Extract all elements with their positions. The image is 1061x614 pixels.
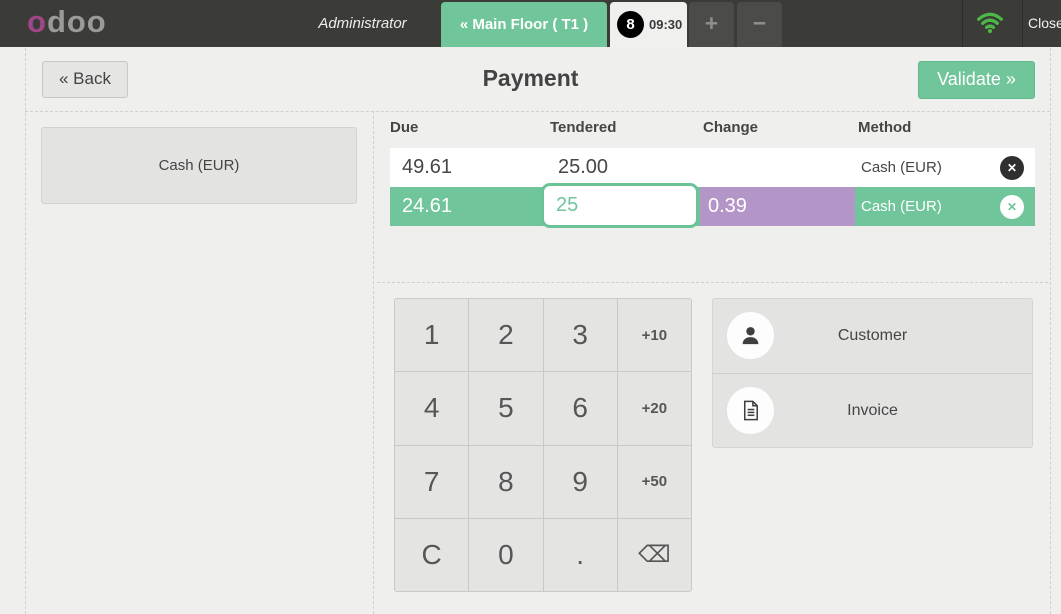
numpad-key-3[interactable]: 3 (544, 299, 617, 371)
frame-border-top (25, 111, 1050, 112)
paymentline-row-selected[interactable]: 24.61 0.39 Cash (EUR) ✕ (390, 187, 1035, 226)
order-time: 09:30 (649, 2, 682, 47)
payment-numpad: 1 2 3 +10 4 5 6 +20 7 8 9 +50 C 0 . ⌫ (394, 298, 692, 592)
new-order-button[interactable]: + (689, 2, 734, 47)
backspace-icon[interactable]: ⌫ (618, 519, 691, 591)
numpad-key-9[interactable]: 9 (544, 446, 617, 518)
validate-button[interactable]: Validate » (918, 61, 1035, 99)
paymentline-due: 24.61 (390, 195, 550, 218)
numpad-key-0[interactable]: 0 (469, 519, 542, 591)
paymentline-change (700, 148, 855, 187)
numpad-key-7[interactable]: 7 (395, 446, 468, 518)
wifi-icon (977, 12, 1003, 34)
paymentline-method: Cash (EUR) ✕ (855, 195, 1035, 219)
paymentlines-header-row: Due Tendered Change Method (390, 119, 1035, 136)
frame-border-left (25, 48, 26, 614)
paymentline-method-label: Cash (EUR) (861, 159, 942, 176)
paymentline-due: 49.61 (390, 156, 550, 179)
invoice-button-label: Invoice (713, 374, 1032, 448)
numpad-key-1[interactable]: 1 (395, 299, 468, 371)
plus-icon: + (705, 10, 718, 36)
paymentline-tendered: 25.00 (550, 156, 700, 179)
pos-payment-screen: odoo Administrator « Main Floor ( T1 ) 8… (0, 0, 1061, 614)
column-header-tendered: Tendered (550, 119, 700, 136)
paymentline-method: Cash (EUR) ✕ (855, 156, 1035, 180)
numpad-key-4[interactable]: 4 (395, 372, 468, 444)
logo-letter: o (27, 4, 47, 39)
numpad-key-2[interactable]: 2 (469, 299, 542, 371)
topbar: odoo Administrator « Main Floor ( T1 ) 8… (0, 0, 1061, 47)
floor-tab-main-floor[interactable]: « Main Floor ( T1 ) (441, 2, 607, 47)
column-header-change: Change (700, 119, 855, 136)
paymentline-row[interactable]: 49.61 25.00 Cash (EUR) ✕ (390, 148, 1035, 187)
tendered-amount-input[interactable] (541, 183, 699, 228)
numpad-key-clear[interactable]: C (395, 519, 468, 591)
payment-method-label: Cash (EUR) (159, 157, 240, 174)
customer-button[interactable]: Customer (713, 299, 1032, 373)
numpad-key-decimal[interactable]: . (544, 519, 617, 591)
page-title: Payment (0, 65, 1061, 92)
delete-paymentline-icon[interactable]: ✕ (1000, 195, 1024, 219)
username-label: Administrator (285, 0, 440, 47)
order-tab[interactable]: 8 09:30 (610, 2, 687, 47)
column-header-due: Due (390, 119, 550, 136)
numpad-key-plus20[interactable]: +20 (618, 372, 691, 444)
numpad-key-8[interactable]: 8 (469, 446, 542, 518)
minus-icon: − (753, 10, 766, 36)
odoo-logo: odoo (27, 4, 107, 40)
column-divider (373, 111, 374, 614)
payment-options: Customer Invoice (712, 298, 1033, 448)
delete-order-button[interactable]: − (737, 2, 782, 47)
column-header-method: Method (855, 119, 1035, 136)
frame-border-right (1050, 48, 1051, 614)
paymentline-change: 0.39 (700, 187, 855, 226)
numpad-key-plus50[interactable]: +50 (618, 446, 691, 518)
invoice-button[interactable]: Invoice (713, 373, 1032, 447)
orders-count-badge: 8 (617, 11, 644, 38)
delete-paymentline-icon[interactable]: ✕ (1000, 156, 1024, 180)
close-button[interactable]: Close (1028, 0, 1061, 47)
topbar-divider (1022, 0, 1023, 47)
numpad-key-plus10[interactable]: +10 (618, 299, 691, 371)
customer-button-label: Customer (713, 299, 1032, 373)
topbar-divider (962, 0, 963, 47)
payment-method-cash[interactable]: Cash (EUR) (41, 127, 357, 204)
numpad-key-6[interactable]: 6 (544, 372, 617, 444)
numpad-key-5[interactable]: 5 (469, 372, 542, 444)
paymentline-method-label: Cash (EUR) (861, 198, 942, 215)
paymentlines-border-bottom (377, 282, 1048, 283)
logo-letters: doo (47, 4, 107, 39)
